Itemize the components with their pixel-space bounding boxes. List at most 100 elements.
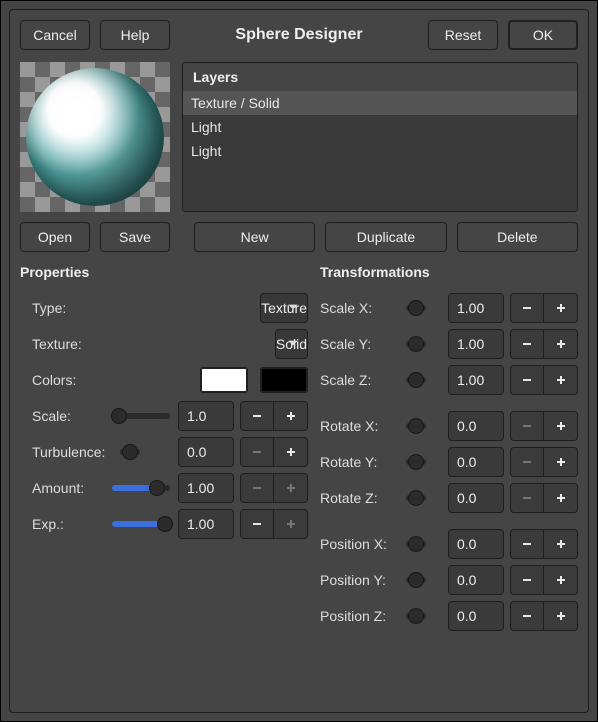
amount-slider[interactable]	[112, 485, 170, 491]
exp-slider[interactable]	[112, 521, 170, 527]
rotatez-label: Rotate Z:	[320, 490, 394, 506]
amount-increment	[274, 473, 308, 503]
scale-label: Scale:	[20, 408, 100, 424]
texture-combo[interactable]: Solid	[275, 329, 308, 359]
cancel-button[interactable]: Cancel	[20, 20, 90, 50]
scalex-slider[interactable]	[406, 305, 426, 311]
turbulence-input[interactable]: 0.0	[178, 437, 234, 467]
scalex-input[interactable]: 1.00	[448, 293, 504, 323]
layer-row[interactable]: Texture / Solid	[183, 91, 577, 115]
properties-title: Properties	[20, 264, 308, 280]
scalex-label: Scale X:	[320, 300, 394, 316]
sphere-render	[26, 68, 164, 206]
scale-decrement[interactable]	[240, 401, 274, 431]
layers-title: Layers	[183, 63, 577, 91]
rotatez-input[interactable]: 0.0	[448, 483, 504, 513]
exp-input[interactable]: 1.00	[178, 509, 234, 539]
rotatey-decrement	[510, 447, 544, 477]
exp-increment	[274, 509, 308, 539]
type-label: Type:	[20, 300, 100, 316]
turbulence-decrement	[240, 437, 274, 467]
scalez-decrement[interactable]	[510, 365, 544, 395]
chevron-down-icon	[287, 336, 299, 352]
amount-input[interactable]: 1.00	[178, 473, 234, 503]
scaley-label: Scale Y:	[320, 336, 394, 352]
chevron-down-icon	[287, 300, 299, 316]
layers-list[interactable]: Texture / Solid Light Light	[183, 91, 577, 211]
action-buttons: Open Save New Duplicate Delete	[20, 222, 578, 252]
turbulence-slider[interactable]	[120, 449, 140, 455]
positionx-input[interactable]: 0.0	[448, 529, 504, 559]
rotatez-slider[interactable]	[406, 495, 426, 501]
type-combo[interactable]: Texture	[260, 293, 308, 323]
rotatey-increment[interactable]	[544, 447, 578, 477]
color1-swatch[interactable]	[200, 367, 248, 393]
ok-button[interactable]: OK	[508, 20, 578, 50]
rotatez-increment[interactable]	[544, 483, 578, 513]
dialog-header: Cancel Help Sphere Designer Reset OK	[20, 20, 578, 50]
sphere-preview[interactable]	[20, 62, 170, 212]
color2-swatch[interactable]	[260, 367, 308, 393]
scaley-input[interactable]: 1.00	[448, 329, 504, 359]
scale-slider[interactable]	[112, 413, 170, 419]
rotatex-label: Rotate X:	[320, 418, 394, 434]
preview-and-layers: Layers Texture / Solid Light Light	[20, 62, 578, 212]
amount-label: Amount:	[20, 480, 100, 496]
type-value: Texture	[261, 300, 307, 316]
scalex-increment[interactable]	[544, 293, 578, 323]
texture-label: Texture:	[20, 336, 100, 352]
rotatey-slider[interactable]	[406, 459, 426, 465]
transformations-section: Transformations Scale X: 1.00 Scale Y:	[314, 264, 578, 634]
positionz-decrement[interactable]	[510, 601, 544, 631]
layers-panel: Layers Texture / Solid Light Light	[182, 62, 578, 212]
delete-button[interactable]: Delete	[457, 222, 578, 252]
scaley-increment[interactable]	[544, 329, 578, 359]
positiony-increment[interactable]	[544, 565, 578, 595]
scalez-increment[interactable]	[544, 365, 578, 395]
layer-row[interactable]: Light	[183, 115, 577, 139]
layer-row[interactable]: Light	[183, 139, 577, 163]
positionz-input[interactable]: 0.0	[448, 601, 504, 631]
new-button[interactable]: New	[194, 222, 315, 252]
rotatex-slider[interactable]	[406, 423, 426, 429]
rotatey-input[interactable]: 0.0	[448, 447, 504, 477]
rotatez-decrement	[510, 483, 544, 513]
open-button[interactable]: Open	[20, 222, 90, 252]
positionz-slider[interactable]	[406, 613, 426, 619]
scaley-decrement[interactable]	[510, 329, 544, 359]
colors-label: Colors:	[20, 372, 100, 388]
scale-input[interactable]: 1.0	[178, 401, 234, 431]
scalez-slider[interactable]	[406, 377, 426, 383]
amount-decrement	[240, 473, 274, 503]
positiony-slider[interactable]	[406, 577, 426, 583]
scale-increment[interactable]	[274, 401, 308, 431]
turbulence-label: Turbulence:	[20, 444, 108, 460]
help-button[interactable]: Help	[100, 20, 170, 50]
scalez-input[interactable]: 1.00	[448, 365, 504, 395]
positionx-increment[interactable]	[544, 529, 578, 559]
turbulence-increment[interactable]	[274, 437, 308, 467]
duplicate-button[interactable]: Duplicate	[325, 222, 446, 252]
rotatex-input[interactable]: 0.0	[448, 411, 504, 441]
scaley-slider[interactable]	[406, 341, 426, 347]
exp-label: Exp.:	[20, 516, 100, 532]
positionx-slider[interactable]	[406, 541, 426, 547]
positiony-input[interactable]: 0.0	[448, 565, 504, 595]
properties-section: Properties Type: Texture Texture: So	[20, 264, 314, 634]
positiony-label: Position Y:	[320, 572, 394, 588]
positionz-label: Position Z:	[320, 608, 394, 624]
scalex-decrement[interactable]	[510, 293, 544, 323]
reset-button[interactable]: Reset	[428, 20, 498, 50]
rotatey-label: Rotate Y:	[320, 454, 394, 470]
rotatex-decrement	[510, 411, 544, 441]
positiony-decrement[interactable]	[510, 565, 544, 595]
scalez-label: Scale Z:	[320, 372, 394, 388]
transformations-title: Transformations	[320, 264, 578, 280]
positionx-decrement[interactable]	[510, 529, 544, 559]
dialog-title: Sphere Designer	[180, 26, 418, 44]
positionz-increment[interactable]	[544, 601, 578, 631]
rotatex-increment[interactable]	[544, 411, 578, 441]
exp-decrement[interactable]	[240, 509, 274, 539]
positionx-label: Position X:	[320, 536, 394, 552]
save-button[interactable]: Save	[100, 222, 170, 252]
